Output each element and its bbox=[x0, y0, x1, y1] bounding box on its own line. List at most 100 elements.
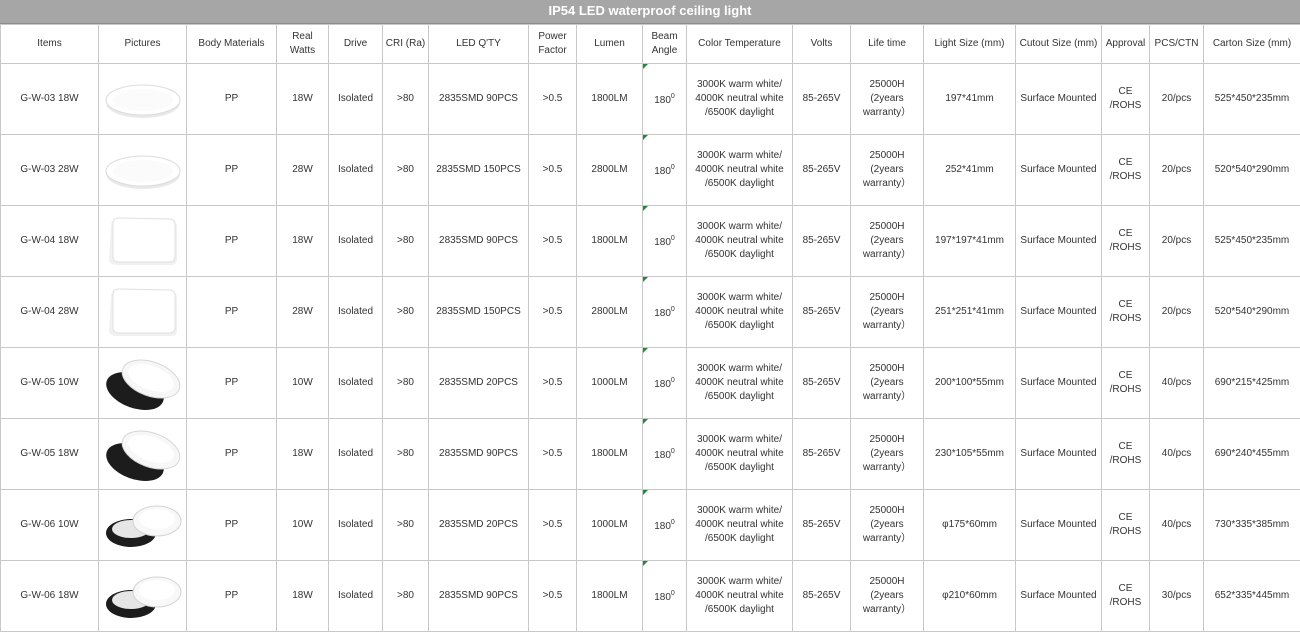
cell-volts: 85-265V bbox=[792, 205, 851, 277]
oval-bulkhead-lamp-icon bbox=[100, 351, 186, 415]
product-picture bbox=[98, 276, 187, 348]
cell-item: G-W-04 28W bbox=[0, 276, 99, 348]
cell-size: 252*41mm bbox=[923, 134, 1016, 206]
degree-mark: 0 bbox=[670, 377, 675, 384]
cell-drive: Isolated bbox=[328, 205, 383, 277]
cell-size: 230*105*55mm bbox=[923, 418, 1016, 490]
cell-item: G-W-05 10W bbox=[0, 347, 99, 419]
corner-mark-icon bbox=[643, 206, 648, 211]
corner-mark-icon bbox=[643, 348, 648, 353]
cell-cri: >80 bbox=[382, 134, 429, 206]
column-header-cri: CRI (Ra) bbox=[382, 24, 429, 64]
cell-carton: 520*540*290mm bbox=[1203, 276, 1300, 348]
cell-life: 25000H (2years warranty） bbox=[850, 276, 924, 348]
cell-approval: CE /ROHS bbox=[1101, 63, 1150, 135]
cell-carton: 690*240*455mm bbox=[1203, 418, 1300, 490]
cell-cri: >80 bbox=[382, 205, 429, 277]
degree-mark: 0 bbox=[670, 164, 675, 171]
cell-cri: >80 bbox=[382, 63, 429, 135]
cell-pcs: 40/pcs bbox=[1149, 418, 1204, 490]
cell-drive: Isolated bbox=[328, 560, 383, 632]
column-header-body-materials: Body Materials bbox=[186, 24, 277, 64]
cell-drive: Isolated bbox=[328, 489, 383, 561]
cell-cutout: Surface Mounted bbox=[1015, 489, 1102, 561]
cell-watts: 18W bbox=[276, 418, 329, 490]
cell-color: 3000K warm white/ 4000K neutral white /6… bbox=[686, 347, 793, 419]
table-row: G-W-06 18W PP 18W Isolated >80 2835SMD 90PCS >… bbox=[0, 560, 1300, 632]
header-row: Items Pictures Body Materials Real Watts Dri… bbox=[0, 24, 1300, 64]
cell-approval: CE /ROHS bbox=[1101, 560, 1150, 632]
cell-cutout: Surface Mounted bbox=[1015, 63, 1102, 135]
column-header-real-watts: Real Watts bbox=[276, 24, 329, 64]
cell-volts: 85-265V bbox=[792, 560, 851, 632]
cell-material: PP bbox=[186, 134, 277, 206]
page-title: IP54 LED waterproof ceiling light bbox=[0, 0, 1300, 24]
cell-size: φ210*60mm bbox=[923, 560, 1016, 632]
cell-volts: 85-265V bbox=[792, 63, 851, 135]
cell-beam-angle: 1800 bbox=[642, 276, 687, 348]
column-header-power-factor: Power Factor bbox=[528, 24, 577, 64]
table-row: G-W-05 18W PP 18W Isolated >80 2835SMD 90PCS >… bbox=[0, 418, 1300, 490]
beam-angle-value: 180 bbox=[654, 379, 671, 390]
square-flat-lamp-icon bbox=[100, 211, 186, 271]
cell-drive: Isolated bbox=[328, 134, 383, 206]
cell-color: 3000K warm white/ 4000K neutral white /6… bbox=[686, 560, 793, 632]
cell-lumen: 1800LM bbox=[576, 418, 643, 490]
cell-material: PP bbox=[186, 489, 277, 561]
column-header-volts: Volts bbox=[792, 24, 851, 64]
cell-pcs: 20/pcs bbox=[1149, 134, 1204, 206]
cell-beam-angle: 1800 bbox=[642, 560, 687, 632]
cell-pf: >0.5 bbox=[528, 489, 577, 561]
cell-lumen: 1800LM bbox=[576, 205, 643, 277]
beam-angle-value: 180 bbox=[654, 592, 671, 603]
table-body: G-W-03 18W PP 18W Isolated >80 2835SMD 90PCS >… bbox=[0, 63, 1300, 632]
degree-mark: 0 bbox=[670, 306, 675, 313]
square-flat-lamp-icon bbox=[100, 282, 186, 342]
product-picture bbox=[98, 489, 187, 561]
table-row: G-W-06 10W PP 10W Isolated >80 2835SMD 20PCS >… bbox=[0, 489, 1300, 561]
table-row: G-W-04 28W PP 28W Isolated >80 2835SMD 150PCS… bbox=[0, 276, 1300, 348]
cell-size: 251*251*41mm bbox=[923, 276, 1016, 348]
cell-cri: >80 bbox=[382, 276, 429, 348]
cell-cri: >80 bbox=[382, 347, 429, 419]
beam-angle-value: 180 bbox=[654, 450, 671, 461]
column-header-pcs-ctn: PCS/CTN bbox=[1149, 24, 1204, 64]
cell-drive: Isolated bbox=[328, 418, 383, 490]
cell-lumen: 1800LM bbox=[576, 63, 643, 135]
cell-pf: >0.5 bbox=[528, 276, 577, 348]
corner-mark-icon bbox=[643, 135, 648, 140]
cell-item: G-W-06 10W bbox=[0, 489, 99, 561]
product-picture bbox=[98, 63, 187, 135]
cell-beam-angle: 1800 bbox=[642, 63, 687, 135]
cell-pf: >0.5 bbox=[528, 347, 577, 419]
cell-carton: 730*335*385mm bbox=[1203, 489, 1300, 561]
cell-watts: 18W bbox=[276, 560, 329, 632]
cell-item: G-W-03 28W bbox=[0, 134, 99, 206]
product-picture bbox=[98, 205, 187, 277]
column-header-drive: Drive bbox=[328, 24, 383, 64]
cell-item: G-W-04 18W bbox=[0, 205, 99, 277]
product-picture bbox=[98, 560, 187, 632]
cell-life: 25000H (2years warranty） bbox=[850, 134, 924, 206]
cell-pf: >0.5 bbox=[528, 560, 577, 632]
beam-angle-value: 180 bbox=[654, 237, 671, 248]
column-header-color-temperature: Color Temperature bbox=[686, 24, 793, 64]
cell-carton: 652*335*445mm bbox=[1203, 560, 1300, 632]
cell-approval: CE /ROHS bbox=[1101, 134, 1150, 206]
beam-angle-value: 180 bbox=[654, 95, 671, 106]
cell-watts: 10W bbox=[276, 347, 329, 419]
column-header-carton-size: Carton Size (mm) bbox=[1203, 24, 1300, 64]
cell-life: 25000H (2years warranty） bbox=[850, 418, 924, 490]
round-bulkhead-lamp-icon bbox=[100, 564, 186, 628]
cell-beam-angle: 1800 bbox=[642, 347, 687, 419]
cell-item: G-W-06 18W bbox=[0, 560, 99, 632]
cell-approval: CE /ROHS bbox=[1101, 418, 1150, 490]
cell-life: 25000H (2years warranty） bbox=[850, 489, 924, 561]
cell-led: 2835SMD 20PCS bbox=[428, 489, 529, 561]
cell-lumen: 2800LM bbox=[576, 276, 643, 348]
cell-material: PP bbox=[186, 63, 277, 135]
cell-material: PP bbox=[186, 560, 277, 632]
cell-approval: CE /ROHS bbox=[1101, 347, 1150, 419]
cell-pcs: 40/pcs bbox=[1149, 489, 1204, 561]
cell-cri: >80 bbox=[382, 560, 429, 632]
